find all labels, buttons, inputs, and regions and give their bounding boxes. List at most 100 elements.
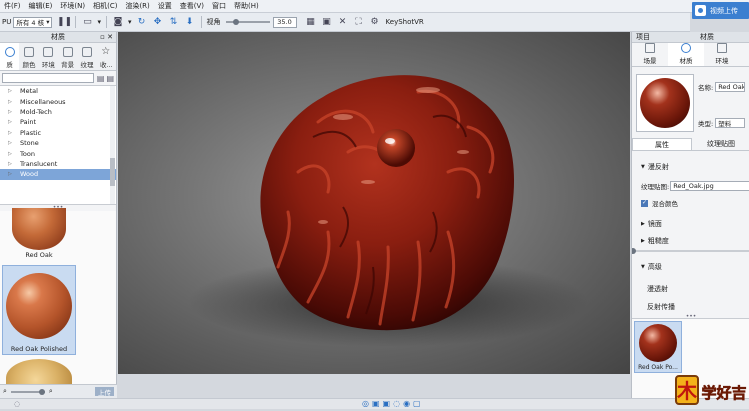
fov-label: 视角 (206, 18, 221, 26)
film-icon[interactable]: ▭ (81, 16, 93, 28)
library-tabs: 质 颜色 环境 背景 纹理 ☆ 收... (0, 43, 116, 71)
camera-icon[interactable]: ◙ (112, 16, 124, 28)
tab-texture-maps[interactable]: 纹理贴图 (692, 138, 749, 150)
tree-scroll-thumb[interactable] (110, 158, 115, 186)
expand-icon[interactable]: ⛶ (353, 16, 365, 28)
expand-arrow-icon[interactable]: ▷ (8, 130, 12, 136)
project-panel-title: 材质 (700, 33, 714, 41)
name-input[interactable]: Red Oak Po (715, 82, 746, 92)
tree-item[interactable]: ▷ Plastic (0, 128, 116, 138)
tab-backgrounds[interactable]: 背景 (58, 43, 77, 70)
library-search-input[interactable] (2, 73, 94, 83)
tree-item[interactable]: ▷ Paint (0, 117, 116, 127)
tab-favorites[interactable]: ☆ 收... (97, 43, 116, 70)
upload-button[interactable]: 上传 (95, 387, 114, 397)
expand-arrow-icon[interactable]: ▷ (8, 151, 12, 157)
expand-arrow-icon[interactable]: ▷ (8, 161, 12, 167)
folder-add-icon[interactable]: ▤ (97, 74, 105, 83)
blend-label: 混合颜色 (652, 200, 678, 208)
category-tree: ▷ Metal ▷ Miscellaneous ▷ Mold-Tech ▷ Paint ▷ Pla… (0, 85, 116, 205)
menu-edit[interactable]: 编辑(E) (25, 1, 57, 11)
tab-properties[interactable]: 属性 (632, 138, 692, 150)
expand-arrow-icon[interactable]: ▷ (8, 140, 12, 146)
project-panel-title-left: 项目 (636, 33, 650, 41)
tree-scrollbar[interactable] (110, 86, 115, 204)
advanced-section[interactable]: ▼ 高级 (641, 262, 662, 272)
film-dropdown-icon[interactable]: ▾ (95, 18, 103, 26)
expand-arrow-icon[interactable]: ▷ (8, 119, 12, 125)
expand-arrow-icon[interactable]: ▷ (8, 171, 12, 177)
tab-materials[interactable]: 质 (0, 43, 20, 70)
watermark-graphic: 木 学好吉 (675, 375, 747, 405)
pan-icon[interactable]: ✥ (152, 16, 164, 28)
menu-camera[interactable]: 相机(C) (89, 1, 121, 11)
texture-input[interactable]: Red_Oak.jpg (670, 181, 749, 191)
fov-input[interactable]: 35.0 (272, 16, 297, 28)
roughness-slider-knob[interactable] (632, 248, 636, 254)
zoom-out-icon[interactable]: ⌕ (3, 387, 7, 396)
tree-item[interactable]: ▷ Stone (0, 138, 116, 148)
tab-label: 收... (99, 61, 113, 69)
expand-arrow-icon[interactable]: ▷ (8, 88, 12, 94)
menu-window[interactable]: 窗口 (208, 1, 230, 11)
folder-refresh-icon[interactable]: ▤ (106, 74, 114, 83)
swatch-red-oak[interactable]: Red Oak (2, 207, 76, 261)
tree-item[interactable]: ▷ Metal (0, 86, 116, 96)
tab-material[interactable]: 材质 (668, 43, 704, 66)
type-select[interactable]: 塑料 (715, 118, 746, 128)
expand-arrow-icon[interactable]: ▷ (8, 109, 12, 115)
material-icon (681, 43, 691, 53)
scene-material-thumb[interactable]: Red Oak Po... (634, 321, 682, 373)
menu-help[interactable]: 帮助(H) (230, 1, 263, 11)
rotate-icon[interactable]: ↻ (136, 16, 148, 28)
menu-settings[interactable]: 设置 (154, 1, 176, 11)
upload-icon (695, 5, 706, 16)
swatch-red-oak-polished[interactable]: Red Oak Polished (2, 265, 76, 355)
tab-colors[interactable]: 颜色 (19, 43, 38, 70)
fov-slider-knob[interactable] (233, 19, 240, 25)
red-oak-preview (12, 208, 66, 250)
tree-item[interactable]: ▷ Toon (0, 148, 116, 158)
zoom-in-icon[interactable]: ⌕ (49, 387, 53, 396)
menu-environment[interactable]: 环境(N) (56, 1, 89, 11)
tree-item-label: Miscellaneous (20, 97, 66, 106)
roughness-section[interactable]: ▶ 粗糙度 (641, 236, 669, 246)
expand-arrow-icon[interactable]: ▷ (8, 99, 12, 105)
render-viewport[interactable] (118, 32, 630, 374)
eye-glint (385, 138, 395, 144)
blend-checkbox[interactable] (641, 199, 648, 207)
thumbnail-slider-knob[interactable] (38, 388, 45, 395)
frame-icon[interactable]: ▣ (321, 16, 333, 28)
camera-dropdown-icon[interactable]: ▾ (126, 18, 134, 26)
specular-section[interactable]: ▶ 镜面 (641, 219, 662, 229)
roughness-slider[interactable] (632, 248, 749, 254)
tree-item[interactable]: ▷ Mold-Tech (0, 107, 116, 117)
tree-item[interactable]: ▷ Wood (0, 169, 116, 180)
tree-item[interactable]: ▷ Translucent (0, 159, 116, 169)
tree-item[interactable]: ▷ Miscellaneous (0, 96, 116, 106)
pause-icon[interactable]: ❚❚ (57, 16, 72, 28)
shrink-icon[interactable]: ✕ (337, 16, 349, 28)
thumbnail-size-slider[interactable] (10, 388, 45, 395)
tab-environments[interactable]: 环境 (39, 43, 58, 70)
transmission-label: 漫透射 (647, 285, 668, 293)
render-mode-icons[interactable]: ◎▣▣◌◉▢ (362, 399, 424, 408)
pin-close-icon[interactable]: ▫ ✕ (100, 33, 113, 41)
color-icon (23, 47, 34, 57)
menu-view[interactable]: 查看(V) (176, 1, 208, 11)
toolbar-divider (200, 16, 202, 28)
dolly-icon[interactable]: ⇅ (168, 16, 180, 28)
menu-file[interactable]: 件(F) (0, 1, 25, 11)
zoom-icon[interactable]: ⬇ (184, 16, 196, 28)
tab-scene[interactable]: 场景 (632, 43, 668, 66)
fov-slider[interactable] (225, 19, 270, 25)
keyshotvr-button[interactable]: KeyShotVR (383, 16, 427, 28)
grid-icon[interactable]: ▦ (305, 16, 317, 28)
vr-icon[interactable]: ⚙ (369, 16, 381, 28)
diffuse-section[interactable]: ▼ 漫反射 (641, 162, 669, 172)
video-upload-button[interactable]: 视频上传 (692, 2, 749, 19)
tab-textures[interactable]: 纹理 (77, 43, 96, 70)
menu-render[interactable]: 渲染(R) (121, 1, 153, 11)
tab-environment[interactable]: 环境 (704, 43, 740, 66)
cores-select[interactable]: 所有 4 核 ▾ (13, 16, 53, 28)
